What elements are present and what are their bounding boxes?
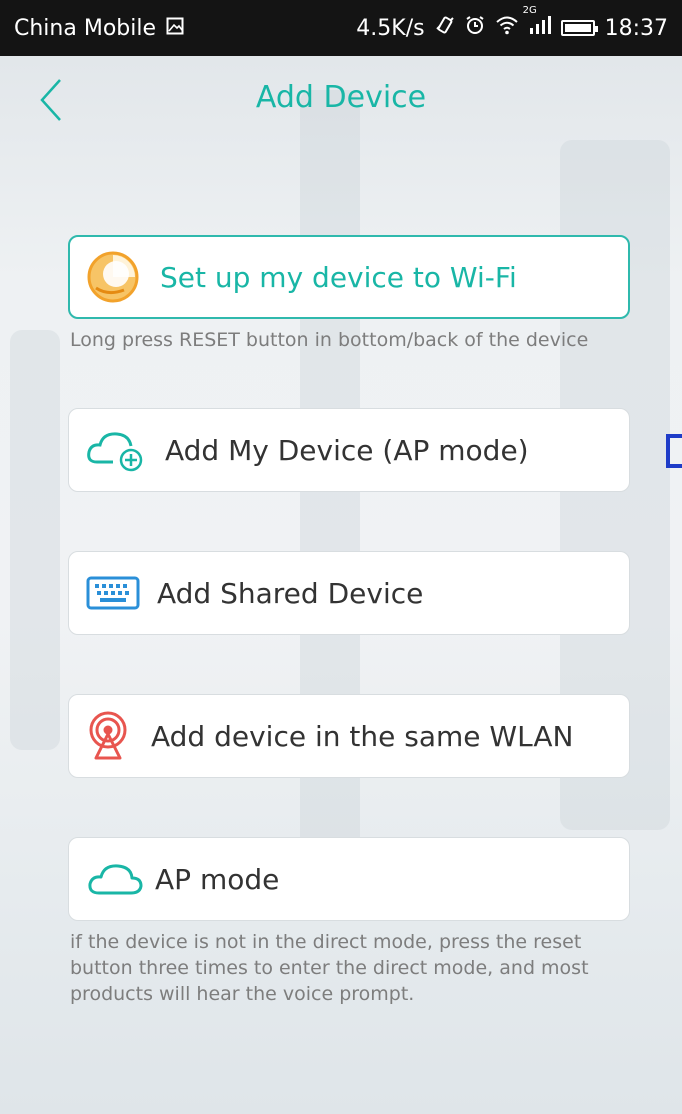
setup-wifi-hint: Long press RESET button in bottom/back o… <box>70 329 589 351</box>
broadcast-icon <box>83 708 133 764</box>
clock: 18:37 <box>604 15 668 41</box>
carrier-label: China Mobile <box>14 15 157 41</box>
vibrate-icon <box>435 15 455 41</box>
network-speed: 4.5K/s <box>356 15 425 41</box>
add-device-ap-mode-label: Add My Device (AP mode) <box>165 433 529 467</box>
ap-mode-button[interactable]: AP mode <box>68 837 630 921</box>
add-shared-device-label: Add Shared Device <box>157 576 424 610</box>
setup-wifi-button[interactable]: Set up my device to Wi-Fi <box>68 235 630 319</box>
cloud-icon <box>87 859 143 899</box>
add-device-same-wlan-button[interactable]: Add device in the same WLAN <box>68 694 630 778</box>
network-type-badge: 2G <box>522 5 537 16</box>
signal-icon: 2G <box>523 5 551 41</box>
add-device-ap-mode-button[interactable]: Add My Device (AP mode) <box>68 408 630 492</box>
edge-bracket-mark <box>666 434 682 468</box>
battery-icon <box>560 20 598 36</box>
status-bar: China Mobile 4.5K/s 2G 18:37 <box>0 0 682 56</box>
smartconfig-icon <box>84 248 142 306</box>
cloud-add-icon <box>85 425 149 475</box>
add-device-same-wlan-label: Add device in the same WLAN <box>151 719 574 753</box>
ap-mode-hint: if the device is not in the direct mode,… <box>70 931 589 1005</box>
page-title: Add Device <box>255 80 427 115</box>
background-shape <box>10 330 60 750</box>
wifi-icon <box>495 15 519 41</box>
add-shared-device-button[interactable]: Add Shared Device <box>68 551 630 635</box>
alarm-icon <box>465 15 485 41</box>
keyboard-icon <box>85 573 141 613</box>
setup-wifi-label: Set up my device to Wi-Fi <box>160 260 517 294</box>
image-icon <box>166 16 184 41</box>
app-header: Add Device <box>0 56 682 142</box>
ap-mode-label: AP mode <box>155 862 280 896</box>
